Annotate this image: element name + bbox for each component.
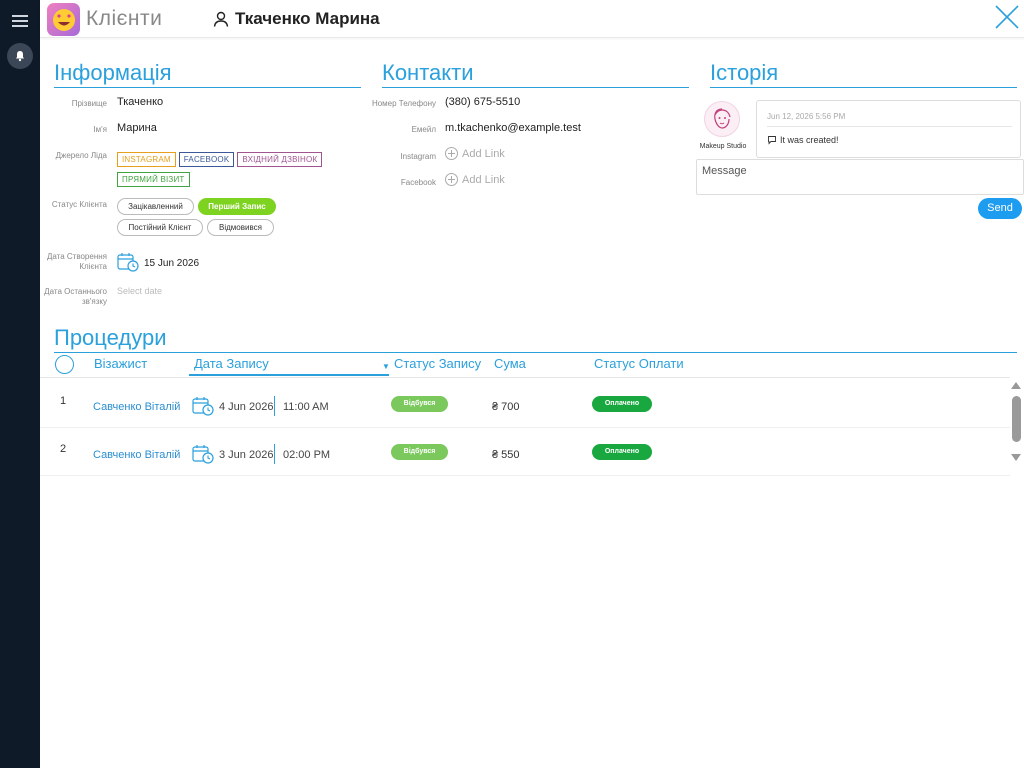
column-header-payment[interactable]: Статус Оплати (594, 356, 684, 371)
column-header-date[interactable]: Дата Запису (194, 356, 269, 371)
divider (767, 126, 1012, 127)
makeup-face-icon (714, 108, 731, 129)
row-sum: ₴ 550 (492, 449, 520, 461)
table-row[interactable]: 2 Савченко Віталій 3 Jun 2026 02:00 PM В… (40, 428, 1010, 476)
left-rail (0, 0, 40, 768)
client-name-text: Ткаченко Марина (235, 9, 380, 28)
row-time: 02:00 PM (283, 449, 331, 461)
instagram-label: Instagram (400, 152, 436, 161)
plus-circle-icon (445, 147, 458, 160)
instagram-add-link[interactable]: Add Link (445, 147, 505, 160)
row-number: 1 (60, 395, 67, 407)
facebook-add-link[interactable]: Add Link (445, 173, 505, 186)
date-time-separator (274, 396, 275, 416)
studio-avatar (704, 101, 740, 137)
email-value[interactable]: m.tkachenko@example.test (445, 122, 581, 134)
row-artist-link[interactable]: Савченко Віталій (93, 449, 180, 461)
phone-value[interactable]: (380) 675-5510 (445, 96, 520, 108)
created-date-value: 15 Jun 2026 (144, 258, 200, 269)
row-date: 4 Jun 2026 (219, 401, 274, 413)
sort-desc-icon[interactable]: ▼ (382, 362, 390, 371)
source-tags-row2: ПРЯМИЙ ВІЗИТ (117, 169, 193, 187)
send-button[interactable]: Send (978, 198, 1022, 219)
facebook-label: Facebook (400, 178, 436, 187)
calendar-clock-icon (192, 397, 214, 416)
speech-bubble-icon (768, 136, 776, 145)
select-all-checkbox[interactable] (55, 355, 74, 374)
name-value[interactable]: Марина (117, 122, 157, 134)
close-icon[interactable] (994, 4, 1020, 30)
scrollbar-thumb[interactable] (1012, 396, 1021, 442)
info-section-title: Інформація (54, 60, 361, 88)
source-label: Джерело Ліда (55, 151, 107, 160)
last-contact-label: Дата Останнього зв'язку (44, 287, 107, 306)
row-status-badge[interactable]: Відбувся (391, 396, 448, 412)
status-pill-declined[interactable]: Відмовився (207, 219, 274, 236)
email-label: Емейл (411, 125, 436, 134)
status-pill-first-booking[interactable]: Перший Запис (198, 198, 276, 215)
row-time: 11:00 AM (283, 401, 329, 413)
status-pill-regular-client[interactable]: Постійний Клієнт (117, 219, 203, 236)
add-link-text: Add Link (462, 147, 505, 160)
column-header-status[interactable]: Статус Запису (394, 356, 481, 371)
plus-circle-icon (445, 173, 458, 186)
source-tag-direct-visit[interactable]: ПРЯМИЙ ВІЗИТ (117, 172, 190, 187)
row-payment-badge[interactable]: Оплачено (592, 444, 652, 460)
scroll-up-arrow[interactable] (1011, 382, 1021, 389)
message-input[interactable]: Message (696, 159, 1024, 195)
history-entry-date: Jun 12, 2026 5:56 PM (767, 112, 846, 121)
last-contact-datepicker[interactable]: Select date (117, 286, 162, 296)
calendar-clock-icon (117, 253, 139, 272)
row-date: 3 Jun 2026 (219, 449, 274, 461)
name-label: Ім'я (93, 125, 107, 134)
history-entry-message: It was created! (767, 135, 839, 145)
row-payment-badge[interactable]: Оплачено (592, 396, 652, 412)
row-sum: ₴ 700 (492, 401, 520, 413)
row-artist-link[interactable]: Савченко Віталій (93, 401, 180, 413)
created-date-label: Дата Створення Клієнта (46, 252, 107, 271)
status-pill-interested[interactable]: Зацікавленний (117, 198, 194, 215)
status-label: Статус Клієнта (51, 200, 107, 209)
studio-caption: Makeup Studio (699, 143, 747, 150)
top-header: Клієнти Ткаченко Марина (40, 0, 1024, 38)
row-number: 2 (60, 443, 67, 455)
contacts-section-title: Контакти (382, 60, 689, 88)
history-section-title: Історія (710, 60, 1017, 88)
scroll-down-arrow[interactable] (1011, 454, 1021, 461)
user-icon (213, 11, 229, 27)
phone-label: Номер Телефону (371, 99, 436, 108)
hamburger-menu-icon[interactable] (12, 15, 28, 29)
app-title: Клієнти (86, 7, 163, 30)
row-status-badge[interactable]: Відбувся (391, 444, 448, 460)
date-time-separator (274, 444, 275, 464)
client-name-heading: Ткаченко Марина (212, 9, 380, 29)
app-logo-icon[interactable] (47, 3, 80, 36)
history-entry: Jun 12, 2026 5:56 PM It was created! (756, 100, 1021, 158)
source-tag-instagram[interactable]: INSTAGRAM (117, 152, 176, 167)
source-tag-facebook[interactable]: FACEBOOK (178, 152, 235, 167)
column-header-sum[interactable]: Сума (494, 356, 526, 371)
sort-underline (189, 374, 389, 376)
source-tag-incoming-call[interactable]: ВХІДНИЙ ДЗВІНОК (237, 152, 323, 167)
table-row[interactable]: 1 Савченко Віталій 4 Jun 2026 11:00 AM В… (40, 380, 1010, 428)
calendar-clock-icon (192, 445, 214, 464)
add-link-text: Add Link (462, 173, 505, 186)
notifications-bell-icon[interactable] (7, 43, 33, 69)
history-entry-text: It was created! (780, 135, 839, 145)
surname-value[interactable]: Ткаченко (117, 96, 163, 108)
column-header-artist[interactable]: Візажист (94, 356, 147, 371)
procedures-section-title: Процедури (54, 325, 1017, 353)
surname-label: Прізвище (71, 99, 107, 108)
table-header-divider (40, 377, 1010, 378)
source-tags: INSTAGRAM FACEBOOK ВХІДНИЙ ДЗВІНОК (117, 149, 357, 167)
